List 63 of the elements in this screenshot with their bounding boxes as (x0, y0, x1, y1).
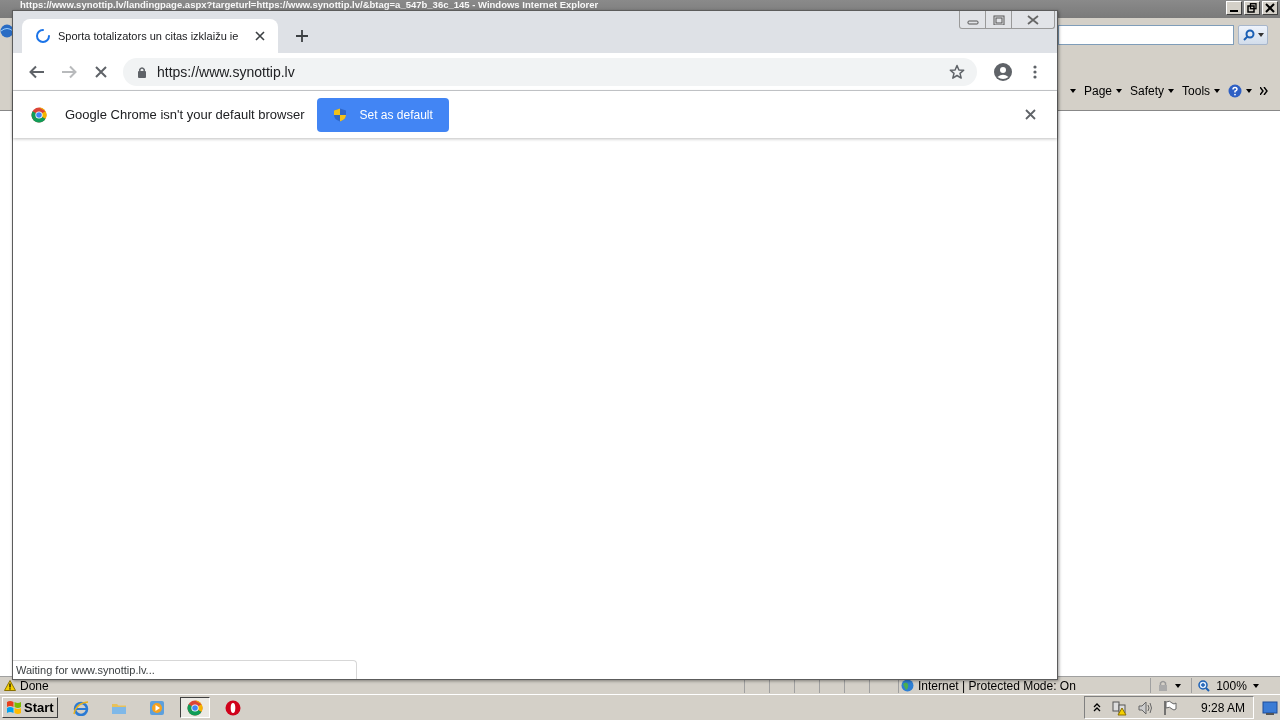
play-icon (148, 699, 165, 716)
caret-icon[interactable] (1070, 89, 1076, 93)
speaker-icon[interactable] (1136, 699, 1153, 716)
address-bar[interactable]: https://www.synottip.lv (123, 57, 977, 86)
more-icon (1033, 64, 1037, 79)
chevron-up-icon[interactable] (1092, 703, 1101, 712)
caret-icon (1246, 89, 1253, 93)
close-icon (1024, 109, 1036, 120)
show-desktop-icon[interactable] (1262, 700, 1278, 715)
star-icon (949, 63, 965, 80)
menu-button[interactable]: Page (1084, 84, 1123, 98)
opera-icon (224, 699, 241, 716)
caret-icon (1116, 89, 1123, 93)
lock-icon (1157, 679, 1169, 692)
infobar-message: Google Chrome isn't your default browser (65, 107, 305, 122)
windows-logo-icon (6, 700, 22, 715)
internet-explorer-icon (72, 699, 89, 716)
zoom-icon (1198, 679, 1210, 692)
set-default-button[interactable]: Set as default (317, 97, 449, 132)
search-icon (1242, 29, 1255, 41)
maximize-icon (992, 14, 1005, 25)
chrome-icon (186, 699, 203, 716)
flag-icon[interactable] (1162, 699, 1177, 716)
forward-arrow-icon (61, 64, 77, 79)
caret-icon (1175, 683, 1181, 688)
menu-button[interactable]: Safety (1130, 84, 1175, 98)
search-button[interactable] (1238, 25, 1268, 45)
search-field[interactable] (1058, 25, 1234, 45)
clock: 9:28 AM (1200, 700, 1245, 715)
caret-icon (1214, 89, 1221, 93)
caret-icon (1257, 33, 1264, 37)
menu-button[interactable]: Tools (1182, 84, 1221, 98)
close-icon (1027, 14, 1039, 25)
warning-icon (4, 680, 16, 691)
account-icon (994, 62, 1012, 81)
close-icon (1265, 3, 1275, 13)
stop-icon (95, 65, 107, 78)
tab-title: Sporta totalizators un citas izklaižu ie (58, 30, 240, 42)
status-text: Done (20, 678, 50, 693)
url-text: https://www.synottip.lv (157, 63, 296, 80)
taskbar-button[interactable] (179, 697, 210, 718)
lock-icon (137, 65, 147, 78)
restore-button[interactable] (1244, 1, 1260, 15)
zoom-button[interactable]: 100% (1191, 678, 1265, 693)
help-button[interactable] (1228, 84, 1253, 98)
status-bubble: Waiting for www.synottip.lv... (13, 660, 357, 679)
browser-tab[interactable]: Sporta totalizators un citas izklaižu ie (22, 19, 278, 53)
start-button[interactable]: Start (2, 697, 58, 718)
chevrons-icon[interactable] (1260, 87, 1269, 95)
globe-icon (901, 679, 914, 692)
shield-icon (333, 107, 348, 122)
close-button[interactable] (1262, 1, 1278, 15)
plus-icon (296, 30, 308, 42)
close-icon (255, 31, 265, 41)
zone-text: Internet | Protected Mode: On (918, 678, 1076, 693)
caret-icon (1168, 89, 1175, 93)
caret-icon (1253, 683, 1259, 688)
back-arrow-icon (29, 64, 45, 79)
minimize-icon (1230, 10, 1238, 12)
restore-icon (1247, 3, 1257, 13)
network-warning-icon[interactable] (1110, 699, 1127, 716)
chrome-icon (31, 106, 47, 123)
help-icon (1228, 84, 1243, 98)
